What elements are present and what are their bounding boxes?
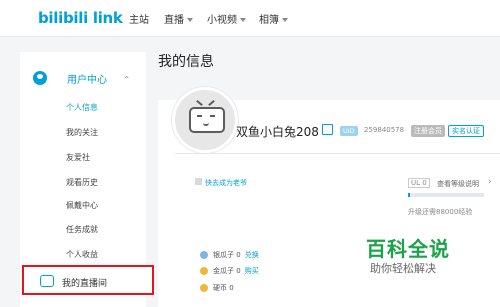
sidebar-item-watch-history[interactable]: 观看历史 (66, 177, 98, 188)
page-title: 我的信息 (158, 54, 214, 70)
chevron-right-icon[interactable]: › (488, 177, 492, 187)
crown-icon (195, 178, 202, 185)
level-need-text: 升级还需88000经验 (408, 208, 473, 216)
buy-link[interactable]: 购买 (245, 267, 259, 275)
watermark-subtitle: 助你轻松解决 (370, 262, 436, 275)
coin-icon (200, 284, 208, 292)
silver-seed-icon (200, 251, 208, 259)
nav-album[interactable]: 相簿 (259, 11, 288, 26)
user-center-label: 用户中心 (67, 75, 107, 86)
sidebar-item-following[interactable]: 我的关注 (66, 127, 98, 138)
edit-icon[interactable] (322, 124, 333, 135)
chevron-down-icon (282, 18, 288, 22)
currency-row-coin: 硬币 0 (200, 283, 234, 293)
level-description-link[interactable]: 查看等级说明 (437, 179, 479, 189)
become-vip-link[interactable]: 快去成为老爷 (205, 178, 247, 188)
uid-value: 259840578 (364, 126, 405, 134)
username: 双鱼小白兔208 (236, 125, 319, 139)
user-center-section[interactable]: 用户中心 ⌄ (20, 63, 146, 93)
register-badge: 注册会员 (411, 125, 445, 137)
sidebar-item-earnings[interactable]: 个人收益 (66, 249, 98, 260)
currency-row-gold: 金瓜子 0 购买 (200, 266, 259, 276)
uid-badge: UID (340, 126, 358, 136)
level-progress-bar (408, 193, 484, 197)
cert-badge[interactable]: 实名认证 (448, 125, 484, 137)
chevron-down-icon (240, 18, 246, 22)
sidebar-item-wear-center[interactable]: 佩戴中心 (66, 200, 98, 211)
level-badge: UL 0 (408, 178, 430, 188)
sidebar-item-profile[interactable]: 个人信息 (66, 102, 98, 113)
tv-mascot-icon (189, 107, 225, 133)
gold-seed-icon (200, 267, 208, 275)
divider (175, 153, 500, 154)
exchange-link[interactable]: 兑换 (245, 251, 259, 259)
user-icon (33, 71, 47, 85)
watermark: 百科全说 助你轻松解决 (366, 233, 450, 275)
chevron-up-icon[interactable]: ⌄ (123, 73, 131, 83)
nav-main-site[interactable]: 主站 (129, 11, 149, 26)
watermark-title: 百科全说 (366, 237, 450, 261)
nav-live[interactable]: 直播 (164, 11, 193, 26)
sidebar-item-achievements[interactable]: 任务成就 (66, 224, 98, 235)
chevron-down-icon (187, 18, 193, 22)
progress-fill (408, 193, 411, 197)
sidebar-item-fan-club[interactable]: 友爱社 (66, 152, 90, 163)
currency-row-silver: 银瓜子 0 兑换 (200, 250, 259, 260)
sidebar-item-my-live-room[interactable]: 我的直播间 (22, 265, 154, 295)
top-bar: bilibili link 主站 直播 小视频 相簿 (0, 0, 500, 37)
avatar[interactable] (172, 87, 238, 153)
nav-short-video[interactable]: 小视频 (207, 11, 246, 26)
bilibili-link-logo[interactable]: bilibili link (38, 9, 123, 27)
sidebar: 用户中心 ⌄ 个人信息 我的关注 友爱社 观看历史 佩戴中心 任务成就 个人收益… (20, 52, 154, 307)
live-room-icon (40, 275, 54, 287)
